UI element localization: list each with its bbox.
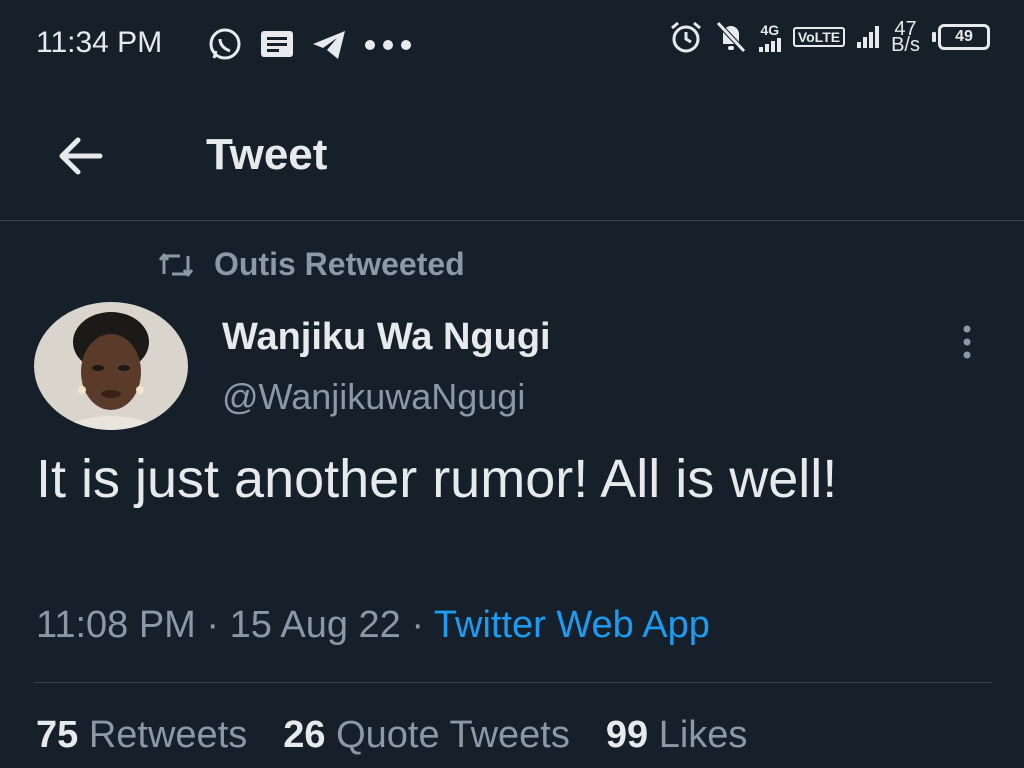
meta-separator: · [411, 604, 425, 646]
tweet-date: 15 Aug 22 [229, 604, 401, 646]
status-bar: 11:34 PM 4G VoLTE 47 B/s 49 [0, 0, 1024, 90]
stat-label: Retweets [88, 714, 248, 756]
tweet-text: It is just another rumor! All is well! [36, 449, 838, 509]
retweet-icon [158, 253, 194, 276]
battery-level: 49 [938, 24, 990, 50]
author-handle[interactable]: @WanjikuwaNgugi [222, 376, 525, 418]
meta-separator: · [206, 604, 220, 646]
more-notifications-icon [365, 40, 411, 50]
signal-strength-icon [857, 26, 880, 48]
tweet-meta: 11:08 PM · 15 Aug 22 · Twitter Web App [36, 604, 710, 647]
whatsapp-icon [209, 28, 241, 60]
message-icon [261, 31, 293, 57]
page-title: Tweet [206, 130, 328, 179]
stat-retweets[interactable]: 75 Retweets [36, 714, 247, 757]
top-app-bar: Tweet [0, 90, 1024, 221]
back-arrow-icon[interactable] [54, 130, 106, 182]
network-speed-unit: B/s [891, 34, 920, 56]
alarm-icon [670, 21, 701, 53]
stat-label: Likes [658, 714, 748, 756]
volte-badge: VoLTE [792, 27, 846, 47]
battery-icon: 49 [932, 24, 990, 50]
network-type-label: 4G [760, 22, 780, 38]
signal-icon [758, 38, 781, 52]
telegram-icon [313, 31, 345, 59]
tweet-source-link[interactable]: Twitter Web App [434, 604, 710, 646]
stat-count: 99 [605, 714, 649, 756]
tweet-time: 11:08 PM [36, 604, 196, 646]
retweet-context[interactable]: Outis Retweeted [158, 246, 465, 283]
stat-count: 75 [36, 714, 79, 756]
stat-count: 26 [283, 714, 326, 756]
notification-icons [206, 26, 414, 64]
network-speed: 47 B/s [891, 19, 920, 56]
avatar[interactable] [34, 302, 188, 430]
stat-label: Quote Tweets [336, 714, 570, 756]
retweeted-by-label: Outis Retweeted [214, 246, 465, 282]
stat-quote-tweets[interactable]: 26 Quote Tweets [283, 714, 570, 757]
status-time: 11:34 PM [36, 26, 163, 59]
author-name[interactable]: Wanjiku Wa Ngugi [222, 316, 551, 359]
system-icons: 4G VoLTE 47 B/s 49 [669, 19, 990, 56]
tweet-stats: 75 Retweets 26 Quote Tweets 99 Likes [36, 714, 747, 757]
more-options-icon[interactable] [950, 322, 984, 362]
network-type: 4G [758, 22, 781, 52]
stat-likes[interactable]: 99 Likes [606, 714, 748, 757]
mute-icon [715, 21, 746, 53]
divider [34, 682, 992, 683]
